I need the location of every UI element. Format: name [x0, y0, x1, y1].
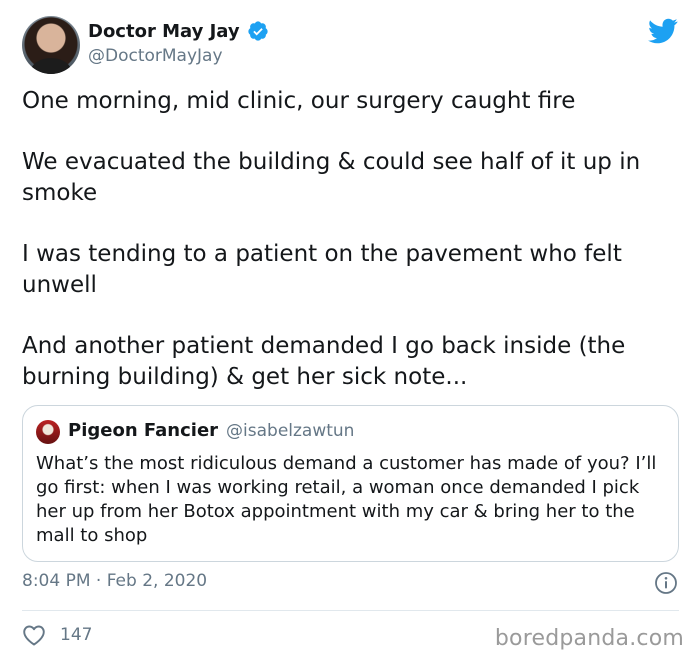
info-icon[interactable]	[654, 571, 678, 595]
quoted-author-avatar	[36, 420, 60, 444]
quoted-tweet-header: Pigeon Fancier @isabelzawtun	[68, 420, 354, 441]
author-handle[interactable]: @DoctorMayJay	[88, 46, 223, 66]
divider	[22, 610, 679, 611]
tweet-paragraph: And another patient demanded I go back i…	[22, 333, 626, 390]
heart-icon[interactable]	[22, 624, 46, 646]
tweet-paragraph: We evacuated the building & could see ha…	[22, 149, 641, 206]
like-action[interactable]: 147	[22, 624, 92, 646]
twitter-bird-icon[interactable]	[648, 18, 678, 44]
tweet-timestamp[interactable]: 8:04 PM · Feb 2, 2020	[22, 571, 207, 591]
author-display-name[interactable]: Doctor May Jay	[88, 21, 240, 42]
verified-badge-icon	[247, 21, 268, 41]
boredpanda-watermark: boredpanda.com	[494, 626, 684, 651]
like-count: 147	[60, 625, 93, 645]
author-avatar[interactable]	[22, 16, 80, 74]
author-name-row: Doctor May Jay	[88, 20, 269, 42]
quoted-author-name: Pigeon Fancier	[68, 420, 219, 441]
tweet-paragraph: I was tending to a patient on the paveme…	[22, 241, 622, 298]
tweet-paragraph: One morning, mid clinic, our surgery cau…	[22, 88, 576, 114]
quoted-tweet-text: What’s the most ridiculous demand a cust…	[36, 453, 657, 546]
quoted-author-handle: @isabelzawtun	[226, 421, 355, 441]
tweet-body: One morning, mid clinic, our surgery cau…	[22, 86, 682, 423]
quoted-tweet-card[interactable]: Pigeon Fancier @isabelzawtun What’s the …	[22, 405, 679, 562]
